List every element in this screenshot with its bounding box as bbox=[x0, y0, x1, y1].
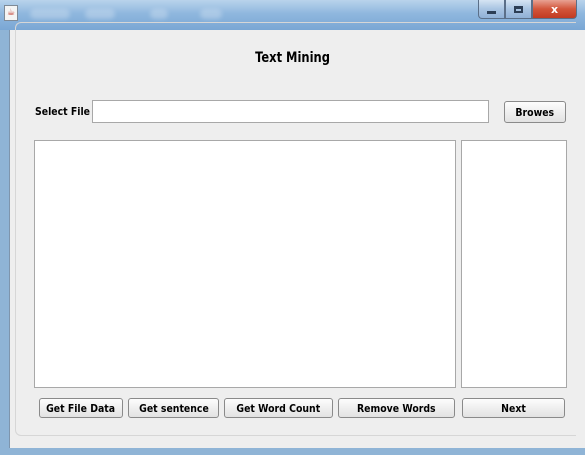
maximize-button[interactable] bbox=[505, 0, 532, 19]
window-bottom-border bbox=[9, 448, 585, 455]
get-sentence-button[interactable]: Get sentence bbox=[128, 398, 219, 418]
title-bar-blur bbox=[85, 9, 115, 19]
result-textarea[interactable] bbox=[461, 140, 567, 388]
close-icon: x bbox=[550, 2, 559, 16]
get-file-data-button[interactable]: Get File Data bbox=[39, 398, 123, 418]
page-title-text: Text Mining bbox=[252, 50, 333, 66]
next-button[interactable]: Next bbox=[462, 398, 565, 418]
get-sentence-label: Get sentence bbox=[138, 401, 209, 415]
app-window: ☕ x Text Mining Select File Browes Get F… bbox=[0, 0, 585, 455]
minimize-button[interactable] bbox=[478, 0, 505, 19]
remove-words-label: Remove Words bbox=[357, 401, 436, 415]
file-path-input[interactable] bbox=[92, 100, 489, 123]
select-file-label: Select File bbox=[35, 105, 91, 118]
get-word-count-label: Get Word Count bbox=[236, 401, 321, 415]
remove-words-button[interactable]: Remove Words bbox=[338, 398, 455, 418]
minimize-icon bbox=[487, 10, 496, 14]
java-app-icon: ☕ bbox=[4, 5, 18, 21]
title-bar-blur bbox=[150, 9, 168, 19]
title-bar-blur bbox=[30, 9, 70, 19]
title-bar-blur bbox=[200, 9, 222, 19]
page-title: Text Mining bbox=[53, 50, 533, 66]
maximize-icon bbox=[514, 5, 523, 13]
close-button[interactable]: x bbox=[532, 0, 577, 19]
next-label: Next bbox=[501, 401, 526, 415]
browse-button[interactable]: Browes bbox=[504, 101, 566, 123]
get-file-data-label: Get File Data bbox=[46, 401, 116, 415]
get-word-count-button[interactable]: Get Word Count bbox=[224, 398, 333, 418]
file-content-textarea[interactable] bbox=[34, 140, 456, 388]
browse-button-label: Browes bbox=[515, 105, 555, 119]
window-controls: x bbox=[478, 0, 577, 20]
